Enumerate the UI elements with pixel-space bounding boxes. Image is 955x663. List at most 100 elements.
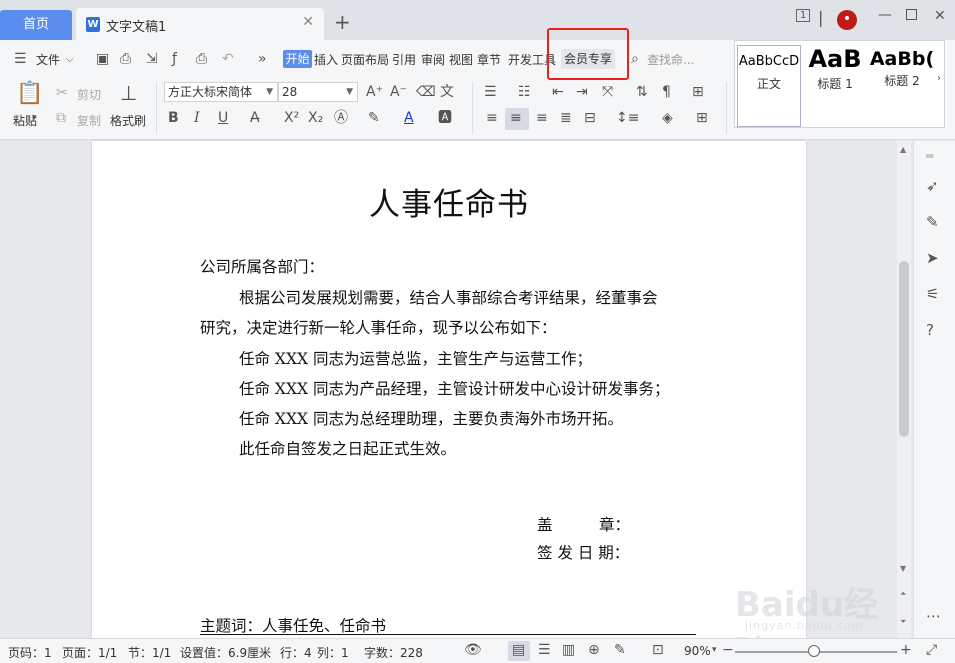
strikethrough-icon[interactable]: A̶ — [250, 110, 260, 126]
tab-home[interactable]: 开始 — [283, 50, 312, 68]
print-icon[interactable]: ⎙ — [196, 51, 207, 67]
print-preview-icon[interactable]: ⎙ — [120, 51, 131, 67]
underline-button[interactable]: U — [218, 110, 228, 126]
document-tab[interactable]: W 文字文稿1 ✕ — [76, 8, 324, 40]
page-view-icon[interactable]: ▤ — [512, 642, 525, 658]
write-mode-icon[interactable]: ✎ — [614, 642, 626, 658]
align-center-icon[interactable]: ≡ — [510, 110, 522, 126]
format-painter-icon[interactable]: ⊥ — [120, 82, 137, 104]
page-count[interactable]: 页面：1/1 — [62, 644, 117, 661]
tab-references[interactable]: 引用 — [392, 51, 416, 68]
align-right-icon[interactable]: ≡ — [536, 110, 548, 126]
more-icon[interactable]: ⋯ — [926, 607, 941, 625]
read-view-icon[interactable]: ▥ — [562, 642, 575, 658]
zoom-level[interactable]: 90% — [684, 644, 711, 658]
numbered-list-icon[interactable]: ☷ — [518, 84, 531, 100]
more-icon[interactable]: » — [258, 51, 267, 67]
rocket-icon[interactable]: ➶ — [926, 177, 939, 195]
decrease-indent-icon[interactable]: ⇤ — [552, 84, 564, 100]
clear-format-icon[interactable]: ⌫ — [416, 84, 436, 100]
fullscreen-icon[interactable]: ⤢ — [926, 642, 937, 658]
zoom-in-icon[interactable]: + — [900, 642, 912, 658]
page-number[interactable]: 页码：1 — [8, 644, 52, 661]
bullet-list-icon[interactable]: ☰ — [484, 84, 497, 100]
char-border-icon[interactable]: 🅰 — [438, 110, 452, 126]
hamburger-icon[interactable]: ☰ — [14, 51, 27, 67]
bold-button[interactable]: B — [168, 110, 179, 126]
show-marks-icon[interactable]: ¶ — [662, 84, 671, 100]
column-indicator[interactable]: 列：1 — [317, 644, 349, 661]
align-left-icon[interactable]: ≡ — [486, 110, 498, 126]
document-page[interactable]: 人事任命书 公司所属各部门： 根据公司发展规划需要，结合人事部综合考评结果，经董… — [92, 141, 806, 638]
italic-button[interactable]: I — [194, 110, 200, 126]
style-heading-2[interactable]: AaBb( 标题 2 — [869, 45, 935, 127]
zoom-out-icon[interactable]: − — [722, 642, 734, 658]
close-window-icon[interactable]: ✕ — [934, 8, 946, 24]
outline-view-icon[interactable]: ☰ — [538, 642, 551, 658]
borders-icon[interactable]: ⊞ — [696, 110, 708, 126]
settings-sliders-icon[interactable]: ⚟ — [926, 285, 939, 303]
subscript-icon[interactable]: X₂ — [308, 110, 323, 126]
font-size-select[interactable]: 28 ▼ — [278, 82, 358, 102]
chinese-layout-icon[interactable]: ⤧ — [602, 84, 613, 100]
help-icon[interactable]: ? — [926, 321, 934, 339]
tab-ruler-icon[interactable]: ⊞ — [692, 84, 704, 100]
paste-dropdown-icon[interactable]: ▾ — [32, 110, 37, 126]
pinyin-icon[interactable]: 文 — [440, 84, 454, 100]
web-view-icon[interactable]: ⊕ — [588, 642, 600, 658]
cut-button[interactable]: 剪切 — [77, 86, 101, 103]
eye-protect-icon[interactable]: 👁 — [464, 642, 482, 658]
scroll-down-icon[interactable]: ▼ — [900, 564, 906, 573]
chevron-down-icon[interactable]: ⌵ — [66, 52, 74, 68]
zoom-slider-knob[interactable] — [808, 645, 820, 657]
avatar[interactable] — [837, 10, 857, 30]
tab-section[interactable]: 章节 — [477, 51, 501, 68]
justify-icon[interactable]: ≣ — [560, 110, 572, 126]
fit-page-icon[interactable]: ⊡ — [652, 642, 664, 658]
shading-icon[interactable]: ◈ — [662, 110, 673, 126]
export-pdf-icon[interactable]: ⇲ — [146, 51, 158, 67]
line-spacing-icon[interactable]: ↕≡ — [616, 110, 639, 126]
style-heading-1[interactable]: AaB 标题 1 — [803, 45, 867, 127]
scroll-thumb[interactable] — [899, 261, 909, 437]
tab-review[interactable]: 审阅 — [421, 51, 445, 68]
maximize-icon[interactable] — [906, 9, 917, 20]
command-search-input[interactable]: 查找命... — [647, 51, 694, 68]
window-switch-icon[interactable]: ❘ — [814, 8, 827, 27]
zoom-dropdown-icon[interactable]: ▾ — [712, 645, 717, 655]
paste-icon[interactable]: 📋 — [16, 82, 43, 106]
window-count-icon[interactable]: 1 — [796, 9, 811, 22]
position-setting[interactable]: 设置值：6.9厘米 — [180, 644, 271, 661]
word-count[interactable]: 字数：228 — [364, 644, 423, 661]
increase-indent-icon[interactable]: ⇥ — [576, 84, 588, 100]
save-icon[interactable]: ▣ — [96, 51, 109, 67]
pen-icon[interactable]: ✎ — [926, 213, 939, 231]
highlight-icon[interactable]: ✎ — [368, 110, 380, 126]
copy-button[interactable]: 复制 — [77, 112, 101, 129]
file-menu[interactable]: 文件 — [36, 51, 60, 68]
font-name-select[interactable]: 方正大标宋简体 ▼ — [164, 82, 278, 102]
style-scroll-icon[interactable]: › — [937, 71, 941, 87]
superscript-icon[interactable]: X² — [284, 110, 299, 126]
section-count[interactable]: 节：1/1 — [128, 644, 171, 661]
scroll-up-icon[interactable]: ▲ — [900, 145, 906, 154]
undo-icon[interactable]: ↶ — [222, 51, 234, 67]
pointer-icon[interactable]: ➤ — [926, 249, 939, 267]
grow-font-icon[interactable]: A⁺ — [366, 84, 383, 100]
distribute-icon[interactable]: ⊟ — [584, 110, 596, 126]
home-tab[interactable]: 首页 — [0, 10, 72, 40]
close-tab-icon[interactable]: ✕ — [302, 14, 314, 30]
new-tab-icon[interactable]: + — [334, 10, 351, 34]
style-normal[interactable]: AaBbCcD 正文 — [737, 45, 801, 127]
tab-page-layout[interactable]: 页面布局 — [341, 51, 389, 68]
format-painter-button[interactable]: 格式刷 — [110, 112, 146, 129]
font-color-button[interactable]: A — [404, 110, 414, 126]
minimize-icon[interactable]: — — [878, 7, 892, 23]
tab-insert[interactable]: 插入 — [314, 51, 338, 68]
vertical-scrollbar[interactable]: ▲ ▼ ⏶ ⏷ — [897, 141, 911, 638]
sort-icon[interactable]: ⇅ — [636, 84, 648, 100]
text-effect-icon[interactable]: Ⓐ — [334, 110, 348, 126]
shrink-font-icon[interactable]: A⁻ — [390, 84, 407, 100]
tab-view[interactable]: 视图 — [449, 51, 473, 68]
format-icon[interactable]: ƒ — [172, 51, 177, 67]
